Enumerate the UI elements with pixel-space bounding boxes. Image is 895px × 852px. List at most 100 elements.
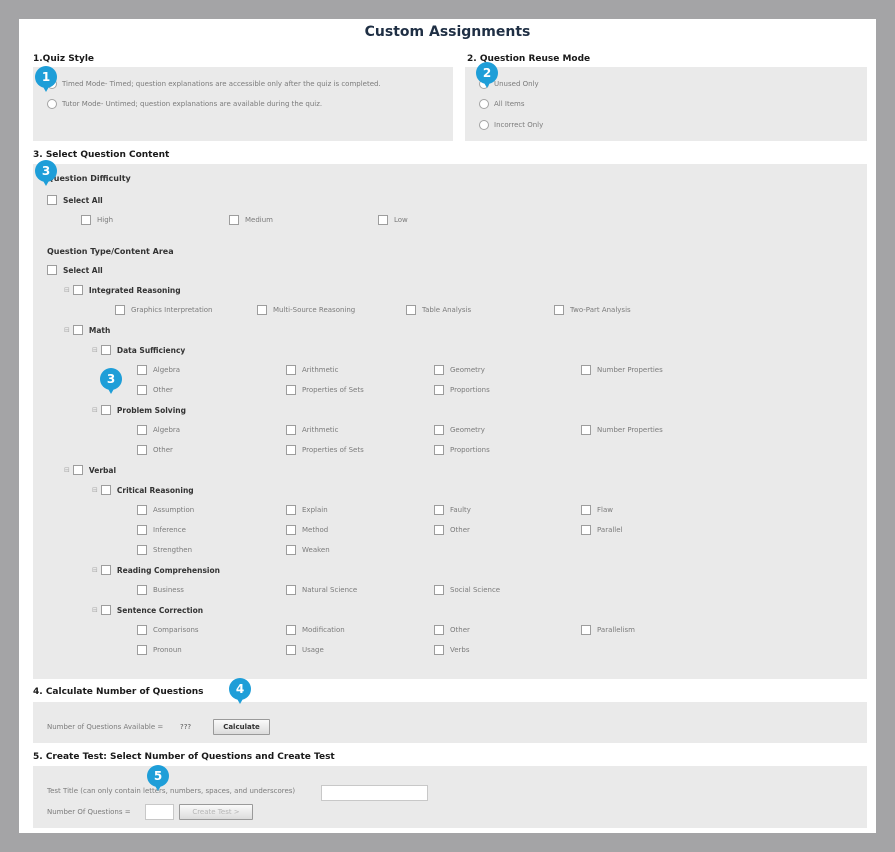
ps-item[interactable]: Proportions xyxy=(434,445,490,455)
rc-item[interactable]: Social Science xyxy=(434,585,500,595)
create-test-button[interactable]: Create Test > xyxy=(179,804,253,820)
checkbox[interactable] xyxy=(286,525,296,535)
difficulty-medium[interactable]: Medium xyxy=(229,215,273,225)
ps-item[interactable]: Geometry xyxy=(434,425,485,435)
checkbox[interactable] xyxy=(137,385,147,395)
checkbox[interactable] xyxy=(137,585,147,595)
sc-item[interactable]: Comparisons xyxy=(137,625,199,635)
checkbox[interactable] xyxy=(137,645,147,655)
checkbox[interactable] xyxy=(581,425,591,435)
checkbox[interactable] xyxy=(286,505,296,515)
checkbox[interactable] xyxy=(286,625,296,635)
checkbox[interactable] xyxy=(286,545,296,555)
ps-item[interactable]: Arithmetic xyxy=(286,425,338,435)
collapse-icon[interactable]: ⊟ xyxy=(64,466,70,474)
tree-node-critical-reasoning[interactable]: ⊟ Critical Reasoning xyxy=(92,485,194,495)
sc-item[interactable]: Pronoun xyxy=(137,645,182,655)
checkbox[interactable] xyxy=(581,365,591,375)
ir-item[interactable]: Graphics Interpretation xyxy=(115,305,212,315)
collapse-icon[interactable]: ⊟ xyxy=(92,606,98,614)
sc-item[interactable]: Usage xyxy=(286,645,324,655)
checkbox[interactable] xyxy=(81,215,91,225)
cr-item[interactable]: Weaken xyxy=(286,545,330,555)
number-of-questions-input[interactable] xyxy=(145,804,174,820)
checkbox[interactable] xyxy=(115,305,125,315)
tree-node-reading-comprehension[interactable]: ⊟ Reading Comprehension xyxy=(92,565,220,575)
checkbox[interactable] xyxy=(434,585,444,595)
cr-item[interactable]: Assumption xyxy=(137,505,194,515)
calculate-button[interactable]: Calculate xyxy=(213,719,270,735)
checkbox[interactable] xyxy=(434,445,444,455)
checkbox[interactable] xyxy=(100,605,111,615)
ds-item[interactable]: Number Properties xyxy=(581,365,663,375)
checkbox[interactable] xyxy=(434,505,444,515)
type-select-all[interactable]: Select All xyxy=(47,265,103,275)
radio-button[interactable] xyxy=(47,99,57,109)
checkbox[interactable] xyxy=(406,305,416,315)
ds-item[interactable]: Geometry xyxy=(434,365,485,375)
collapse-icon[interactable]: ⊟ xyxy=(92,346,98,354)
checkbox[interactable] xyxy=(100,405,111,415)
ir-item[interactable]: Two-Part Analysis xyxy=(554,305,631,315)
cr-item[interactable]: Explain xyxy=(286,505,328,515)
checkbox[interactable] xyxy=(137,425,147,435)
checkbox[interactable] xyxy=(72,325,83,335)
ps-item[interactable]: Other xyxy=(137,445,173,455)
sc-item[interactable]: Modification xyxy=(286,625,345,635)
ds-item[interactable]: Proportions xyxy=(434,385,490,395)
quiz-style-option-tutor[interactable]: Tutor Mode- Untimed; question explanatio… xyxy=(47,99,322,109)
sc-item[interactable]: Other xyxy=(434,625,470,635)
tree-node-problem-solving[interactable]: ⊟ Problem Solving xyxy=(92,405,186,415)
difficulty-low[interactable]: Low xyxy=(378,215,408,225)
checkbox[interactable] xyxy=(581,525,591,535)
checkbox[interactable] xyxy=(137,445,147,455)
checkbox[interactable] xyxy=(286,365,296,375)
checkbox[interactable] xyxy=(100,485,111,495)
checkbox[interactable] xyxy=(286,445,296,455)
ir-item[interactable]: Multi-Source Reasoning xyxy=(257,305,355,315)
sc-item[interactable]: Verbs xyxy=(434,645,470,655)
checkbox[interactable] xyxy=(137,625,147,635)
checkbox[interactable] xyxy=(581,505,591,515)
cr-item[interactable]: Flaw xyxy=(581,505,613,515)
rc-item[interactable]: Business xyxy=(137,585,184,595)
checkbox[interactable] xyxy=(434,385,444,395)
test-title-input[interactable] xyxy=(321,785,428,801)
reuse-option-all-items[interactable]: All Items xyxy=(479,99,525,109)
checkbox[interactable] xyxy=(286,585,296,595)
ir-item[interactable]: Table Analysis xyxy=(406,305,471,315)
quiz-style-option-timed[interactable]: Timed Mode- Timed; question explanations… xyxy=(47,79,381,89)
checkbox[interactable] xyxy=(137,525,147,535)
collapse-icon[interactable]: ⊟ xyxy=(92,486,98,494)
ds-item[interactable]: Arithmetic xyxy=(286,365,338,375)
tree-node-math[interactable]: ⊟ Math xyxy=(64,325,110,335)
collapse-icon[interactable]: ⊟ xyxy=(64,326,70,334)
cr-item[interactable]: Strengthen xyxy=(137,545,192,555)
checkbox[interactable] xyxy=(554,305,564,315)
checkbox[interactable] xyxy=(100,565,111,575)
collapse-icon[interactable]: ⊟ xyxy=(64,286,70,294)
cr-item[interactable]: Parallel xyxy=(581,525,623,535)
checkbox[interactable] xyxy=(434,365,444,375)
rc-item[interactable]: Natural Science xyxy=(286,585,357,595)
difficulty-select-all[interactable]: Select All xyxy=(47,195,103,205)
cr-item[interactable]: Method xyxy=(286,525,328,535)
checkbox[interactable] xyxy=(286,385,296,395)
ps-item[interactable]: Algebra xyxy=(137,425,180,435)
checkbox[interactable] xyxy=(434,425,444,435)
cr-item[interactable]: Faulty xyxy=(434,505,471,515)
checkbox[interactable] xyxy=(47,195,57,205)
radio-button[interactable] xyxy=(479,99,489,109)
checkbox[interactable] xyxy=(257,305,267,315)
checkbox[interactable] xyxy=(286,645,296,655)
checkbox[interactable] xyxy=(72,285,83,295)
ps-item[interactable]: Number Properties xyxy=(581,425,663,435)
ds-item[interactable]: Other xyxy=(137,385,173,395)
reuse-option-incorrect[interactable]: Incorrect Only xyxy=(479,120,543,130)
checkbox[interactable] xyxy=(434,625,444,635)
tree-node-integrated-reasoning[interactable]: ⊟ Integrated Reasoning xyxy=(64,285,181,295)
checkbox[interactable] xyxy=(581,625,591,635)
checkbox[interactable] xyxy=(286,425,296,435)
checkbox[interactable] xyxy=(434,645,444,655)
ps-item[interactable]: Properties of Sets xyxy=(286,445,364,455)
